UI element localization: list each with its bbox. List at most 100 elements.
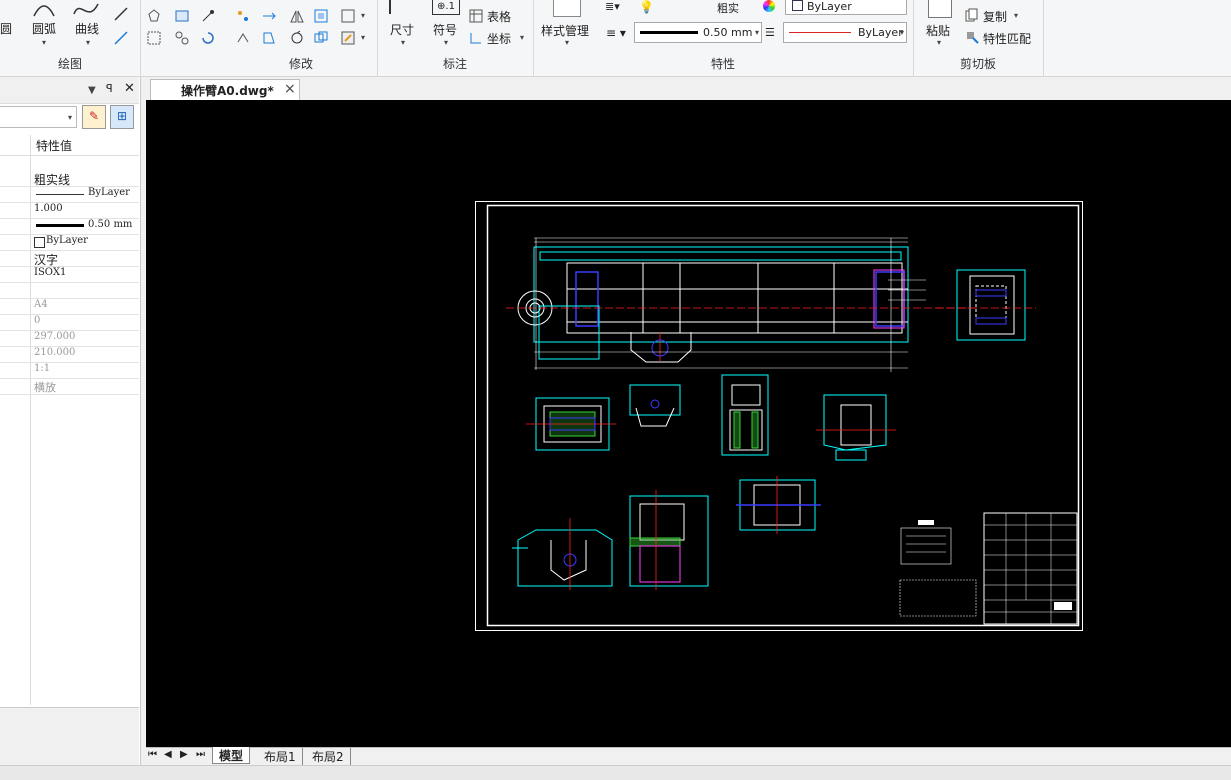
object-select-dropdown-icon[interactable]: ▾	[68, 113, 72, 122]
property-value: A4	[34, 299, 48, 310]
annotate-group: 尺寸 ▾ ⊕.1 符号 ▾ 表格 坐标 ▾ 标注	[377, 0, 534, 76]
draw-group: 圆 圆弧 ▾ 曲线 ▾ 绘图	[0, 0, 141, 76]
property-row: 1:1	[0, 362, 139, 379]
detail-view-2	[629, 384, 681, 427]
cad-drawing[interactable]	[146, 100, 1231, 747]
object-select[interactable]: ▾	[0, 106, 77, 128]
offset-icon[interactable]	[313, 30, 329, 46]
lineweight-select[interactable]: 0.50 mm ▾	[634, 22, 762, 43]
first-tab-icon[interactable]: ⏮	[148, 749, 157, 760]
dimension-button[interactable]: 尺寸	[390, 21, 414, 38]
circle-button[interactable]: 圆	[0, 20, 12, 37]
property-row[interactable]: 1.000	[0, 202, 139, 219]
scale-dropdown-icon[interactable]: ▾	[361, 11, 365, 20]
lineweight-dropdown-icon[interactable]: ▾	[755, 28, 759, 37]
last-tab-icon[interactable]: ⏭	[196, 749, 205, 760]
color-wheel-icon[interactable]	[763, 0, 775, 12]
dimension-dropdown-icon[interactable]: ▾	[401, 38, 405, 47]
property-row[interactable]: 汉字	[0, 250, 139, 267]
detail-view-3	[721, 374, 769, 456]
construction-line-icon[interactable]	[113, 30, 129, 46]
style-manager-dropdown-icon[interactable]: ▾	[565, 38, 569, 47]
mirror-icon[interactable]	[289, 8, 305, 24]
stretch-icon[interactable]	[235, 30, 251, 46]
symbol-icon: ⊕.1	[432, 0, 460, 15]
linetype-select[interactable]: ByLayer ▾	[783, 22, 907, 43]
property-row[interactable]: 粗实线	[0, 170, 139, 187]
layer-label: 粗实	[717, 2, 739, 15]
table-button[interactable]: 表格	[487, 8, 511, 25]
prev-tab-icon[interactable]: ◀	[164, 749, 172, 760]
property-row: A4	[0, 298, 139, 315]
pin-icon[interactable]: ꟼ	[106, 82, 113, 95]
property-row[interactable]: ByLayer	[0, 234, 139, 251]
clipboard-group: 粘贴 ▾ 复制 ▾ 特性匹配 剪切板	[913, 0, 1044, 76]
panel-menu-dropdown-icon[interactable]: ▼	[88, 85, 96, 96]
curve-icon	[73, 3, 99, 15]
properties-panel: ▼ ꟼ ✕ ▾ ✎ ⊞ 特性值 粗实线 ByLayer 1.000 0.50 m…	[0, 77, 141, 768]
coordinate-dropdown-icon[interactable]: ▾	[520, 33, 524, 42]
arc-dropdown-icon[interactable]: ▾	[42, 38, 46, 47]
curve-dropdown-icon[interactable]: ▾	[86, 38, 90, 47]
property-row[interactable]: 0.50 mm	[0, 218, 139, 235]
drawing-canvas[interactable]	[146, 100, 1231, 747]
property-value: 1.000	[34, 203, 63, 214]
polygon-icon[interactable]	[146, 8, 162, 24]
arc-icon	[33, 5, 55, 17]
fillet-dropdown-icon[interactable]: ▾	[361, 33, 365, 42]
properties-group: 样式管理 ▾ ≣▾ 💡 粗实 ByLayer ≡ ▾ 0.50 mm ▾ ☰ B…	[533, 0, 914, 76]
property-row[interactable]: ByLayer	[0, 186, 139, 203]
color-select[interactable]: ByLayer	[785, 0, 907, 15]
symbol-dropdown-icon[interactable]: ▾	[444, 38, 448, 47]
hatch-icon[interactable]	[174, 30, 190, 46]
paste-button[interactable]: 粘贴	[926, 22, 950, 39]
tab-layout2[interactable]: 布局2	[306, 748, 351, 765]
tab-layout1[interactable]: 布局1	[258, 748, 303, 765]
curve-button[interactable]: 曲线	[75, 20, 99, 37]
status-bar	[0, 765, 1231, 780]
style-manager-icon	[553, 0, 581, 17]
symbol-button[interactable]: 符号	[433, 21, 457, 38]
region-icon[interactable]	[200, 30, 216, 46]
copy-dropdown-icon[interactable]: ▾	[1014, 11, 1018, 20]
dimension-icon	[389, 0, 391, 14]
tab-model[interactable]: 模型	[212, 747, 251, 764]
fillet-icon[interactable]	[340, 30, 356, 46]
draw-group-label: 绘图	[57, 57, 82, 71]
panel-close-icon[interactable]: ✕	[124, 81, 135, 96]
style-manager-button[interactable]: 样式管理	[541, 22, 589, 39]
arc-button[interactable]: 圆弧	[32, 20, 56, 37]
main-arm-view	[506, 237, 976, 372]
match-properties-button[interactable]: 特性匹配	[983, 30, 1031, 47]
rectangle-icon[interactable]	[146, 30, 162, 46]
property-value-header: 特性值	[36, 139, 73, 153]
move-icon[interactable]	[261, 8, 277, 24]
property-row: 横放	[0, 378, 139, 395]
clipboard-group-label: 剪切板	[959, 57, 996, 71]
array-icon[interactable]	[313, 8, 329, 24]
layer-state-icon[interactable]: ≣▾	[605, 0, 620, 13]
panel-column-header: 特性值	[0, 135, 139, 156]
close-icon[interactable]: ×	[284, 81, 296, 97]
lineweight-list-icon[interactable]: ≡ ▾	[606, 26, 626, 40]
quick-select-icon[interactable]: ⊞	[110, 105, 134, 129]
shape-tools-group	[140, 0, 225, 76]
erase-icon[interactable]	[235, 8, 251, 24]
copy-button[interactable]: 复制	[983, 8, 1007, 25]
window-icon[interactable]	[174, 8, 190, 24]
scale-icon[interactable]	[340, 8, 356, 24]
document-tab[interactable]: 操作臂A0.dwg* ×	[150, 79, 300, 101]
panel-description-area	[0, 707, 139, 768]
line-icon[interactable]	[113, 6, 129, 22]
toggle-pickadd-icon[interactable]: ✎	[82, 105, 106, 129]
linetype-dropdown-icon[interactable]: ▾	[900, 28, 904, 37]
rotate-icon[interactable]	[289, 30, 305, 46]
light-bulb-icon[interactable]: 💡	[639, 0, 654, 14]
point-icon[interactable]	[200, 8, 216, 24]
linetype-list-icon[interactable]: ☰	[765, 26, 775, 39]
trim-icon[interactable]	[261, 30, 277, 46]
next-tab-icon[interactable]: ▶	[180, 749, 188, 760]
coordinate-button[interactable]: 坐标	[487, 30, 511, 47]
paste-dropdown-icon[interactable]: ▾	[937, 38, 941, 47]
property-row[interactable]: ISOX1	[0, 266, 139, 283]
